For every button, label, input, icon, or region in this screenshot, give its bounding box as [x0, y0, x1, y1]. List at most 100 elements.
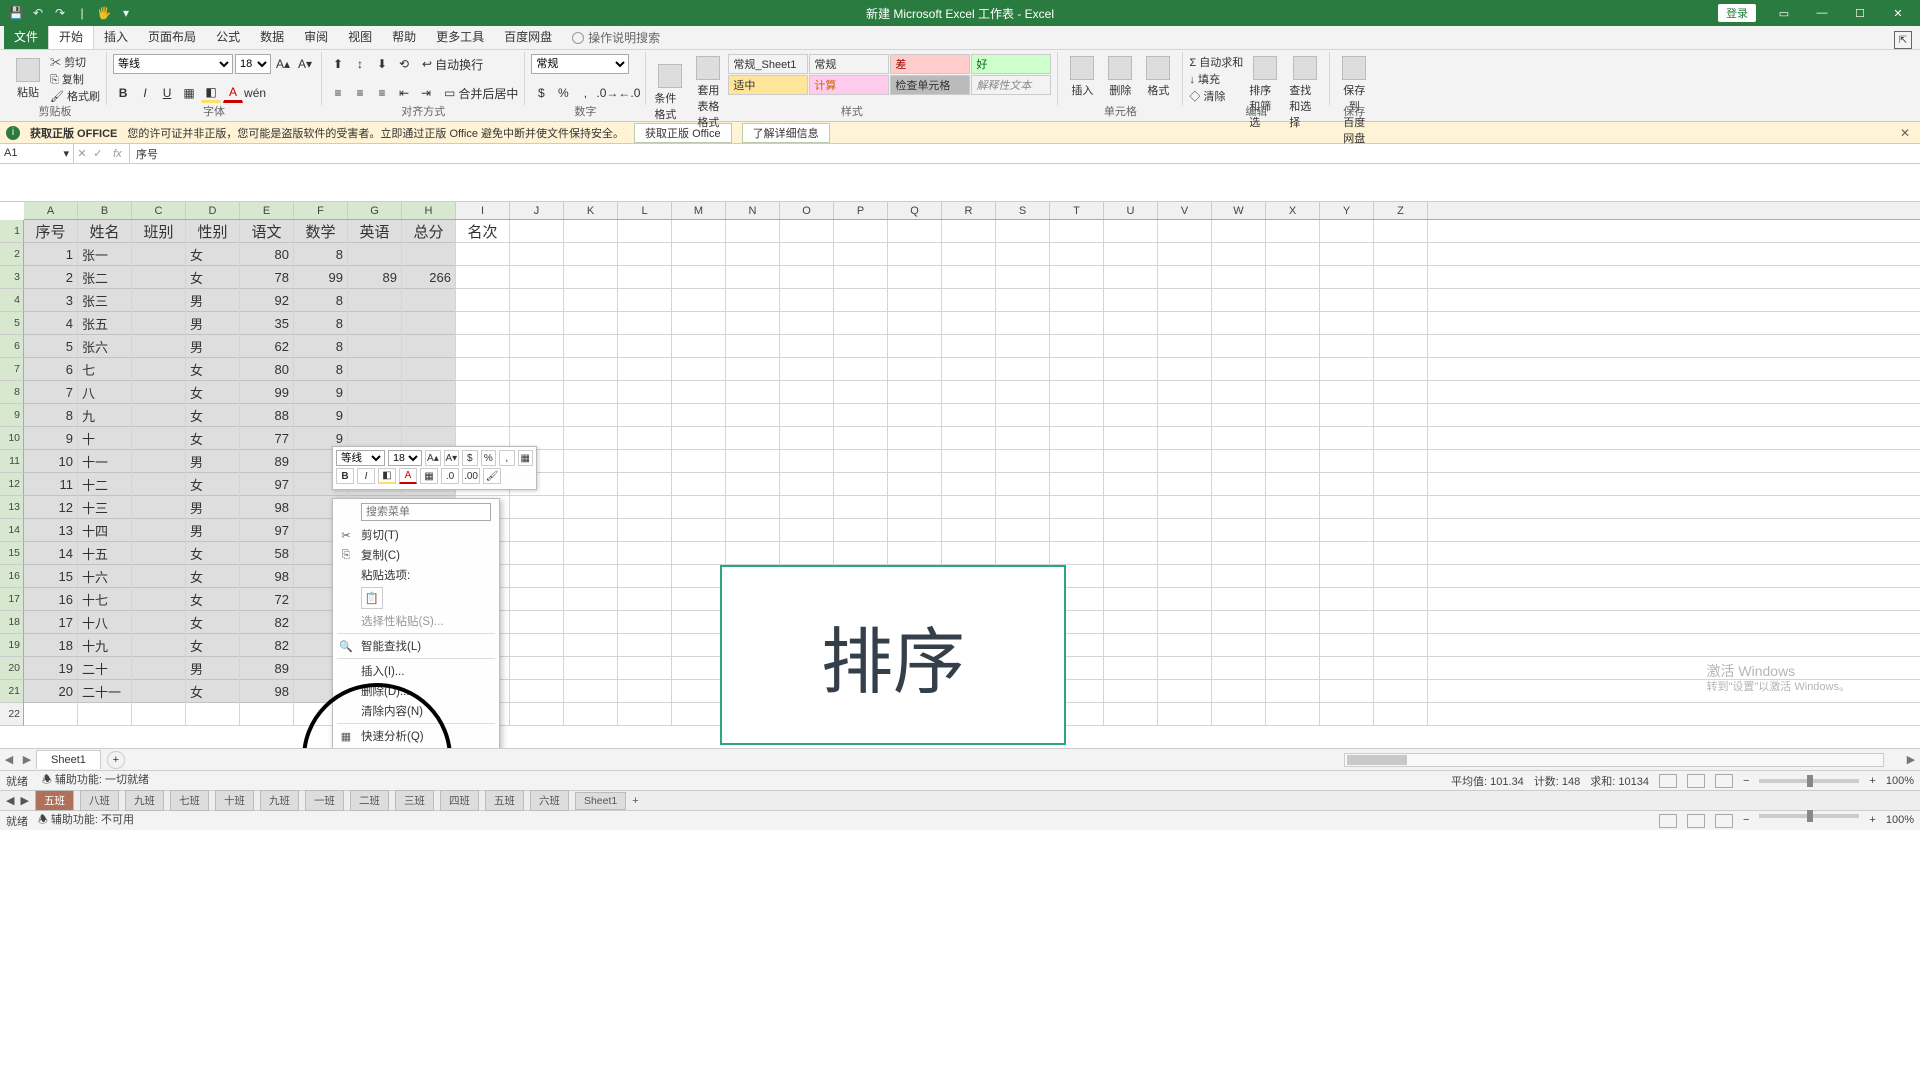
cell[interactable] [1158, 404, 1212, 427]
cell[interactable] [1374, 565, 1428, 588]
zoom-slider-2[interactable] [1759, 814, 1859, 818]
cell[interactable]: 5 [24, 335, 78, 358]
row-header[interactable]: 1 [0, 220, 24, 243]
cell[interactable] [564, 335, 618, 358]
cell[interactable] [942, 266, 996, 289]
tab-review[interactable]: 审阅 [294, 24, 338, 49]
cell[interactable]: 十一 [78, 450, 132, 473]
cell[interactable] [564, 381, 618, 404]
cell[interactable] [1050, 427, 1104, 450]
cell[interactable] [1212, 289, 1266, 312]
cell[interactable] [834, 266, 888, 289]
cell[interactable] [132, 542, 186, 565]
cell[interactable] [1266, 634, 1320, 657]
login-button[interactable]: 登录 [1718, 4, 1756, 22]
cell[interactable] [132, 588, 186, 611]
cell[interactable]: 十七 [78, 588, 132, 611]
cell[interactable] [1320, 381, 1374, 404]
cell[interactable] [1266, 680, 1320, 703]
cell[interactable] [1374, 519, 1428, 542]
cell[interactable] [888, 404, 942, 427]
cell[interactable] [1374, 703, 1428, 726]
cell[interactable] [1212, 703, 1266, 726]
cell[interactable] [132, 404, 186, 427]
ctx-clear[interactable]: 清除内容(N) [333, 701, 499, 721]
cell[interactable] [888, 289, 942, 312]
cell[interactable] [1158, 611, 1212, 634]
cell[interactable] [996, 542, 1050, 565]
phonetic-icon[interactable]: wén [245, 83, 265, 103]
cell[interactable] [618, 220, 672, 243]
cell[interactable]: 78 [240, 266, 294, 289]
scroll-thumb[interactable] [1347, 755, 1407, 765]
italic-icon[interactable]: I [135, 83, 155, 103]
cell[interactable] [564, 542, 618, 565]
cell[interactable] [1374, 243, 1428, 266]
cell[interactable] [1158, 542, 1212, 565]
cell[interactable] [510, 266, 564, 289]
cell[interactable] [1158, 680, 1212, 703]
paste-button[interactable]: 粘贴 [10, 54, 46, 104]
cell[interactable]: 十 [78, 427, 132, 450]
currency-icon[interactable]: $ [531, 83, 551, 103]
col-header[interactable]: O [780, 202, 834, 219]
cell[interactable] [1320, 680, 1374, 703]
cell[interactable] [510, 657, 564, 680]
cell[interactable] [564, 358, 618, 381]
style-bad[interactable]: 差 [890, 54, 970, 74]
align-left-icon[interactable]: ≡ [328, 83, 348, 103]
cell[interactable] [510, 243, 564, 266]
cell[interactable] [1320, 611, 1374, 634]
row-header[interactable]: 14 [0, 519, 24, 542]
cell[interactable]: 语文 [240, 220, 294, 243]
copy-button[interactable]: ⎘ 复制 [50, 71, 100, 87]
cell[interactable] [618, 266, 672, 289]
mini-italic-icon[interactable]: I [357, 468, 375, 484]
col-header[interactable]: W [1212, 202, 1266, 219]
cell[interactable] [1104, 588, 1158, 611]
indent-dec-icon[interactable]: ⇤ [394, 83, 414, 103]
touch-mode-icon[interactable]: 🖐 [96, 5, 112, 21]
cell[interactable] [672, 312, 726, 335]
cell[interactable] [1158, 358, 1212, 381]
cell[interactable] [1104, 542, 1158, 565]
cell[interactable]: 20 [24, 680, 78, 703]
tab-file[interactable]: 文件 [4, 24, 48, 49]
cell[interactable] [1266, 542, 1320, 565]
cell[interactable] [996, 496, 1050, 519]
col-header[interactable]: Y [1320, 202, 1374, 219]
fx-icon[interactable]: fx [109, 148, 126, 160]
cell[interactable]: 3 [24, 289, 78, 312]
cell[interactable] [348, 381, 402, 404]
col-header[interactable]: T [1050, 202, 1104, 219]
row-header[interactable]: 4 [0, 289, 24, 312]
cell[interactable] [1266, 588, 1320, 611]
cell[interactable]: 女 [186, 358, 240, 381]
cell[interactable] [780, 404, 834, 427]
minimize-icon[interactable]: — [1804, 2, 1840, 24]
cell[interactable] [1158, 220, 1212, 243]
tab-formula[interactable]: 公式 [206, 24, 250, 49]
mini-comma-icon[interactable]: , [499, 450, 514, 466]
cell[interactable]: 女 [186, 634, 240, 657]
secondary-sheet-tab[interactable]: 二班 [350, 790, 389, 811]
scroll-right-icon[interactable]: ▶ [1902, 753, 1920, 766]
cell[interactable] [510, 611, 564, 634]
cell[interactable]: 6 [24, 358, 78, 381]
cell[interactable] [132, 312, 186, 335]
cell[interactable] [1158, 243, 1212, 266]
cell[interactable] [1104, 565, 1158, 588]
cell[interactable] [780, 220, 834, 243]
cell[interactable] [1320, 473, 1374, 496]
cell[interactable] [672, 358, 726, 381]
col-header[interactable]: B [78, 202, 132, 219]
col-header[interactable]: R [942, 202, 996, 219]
cell[interactable]: 18 [24, 634, 78, 657]
cell[interactable] [564, 565, 618, 588]
secondary-sheet-tab[interactable]: 七班 [170, 790, 209, 811]
col-header[interactable]: J [510, 202, 564, 219]
cell[interactable] [1158, 657, 1212, 680]
cell[interactable] [510, 289, 564, 312]
mini-bold-icon[interactable]: B [336, 468, 354, 484]
cell[interactable] [510, 381, 564, 404]
